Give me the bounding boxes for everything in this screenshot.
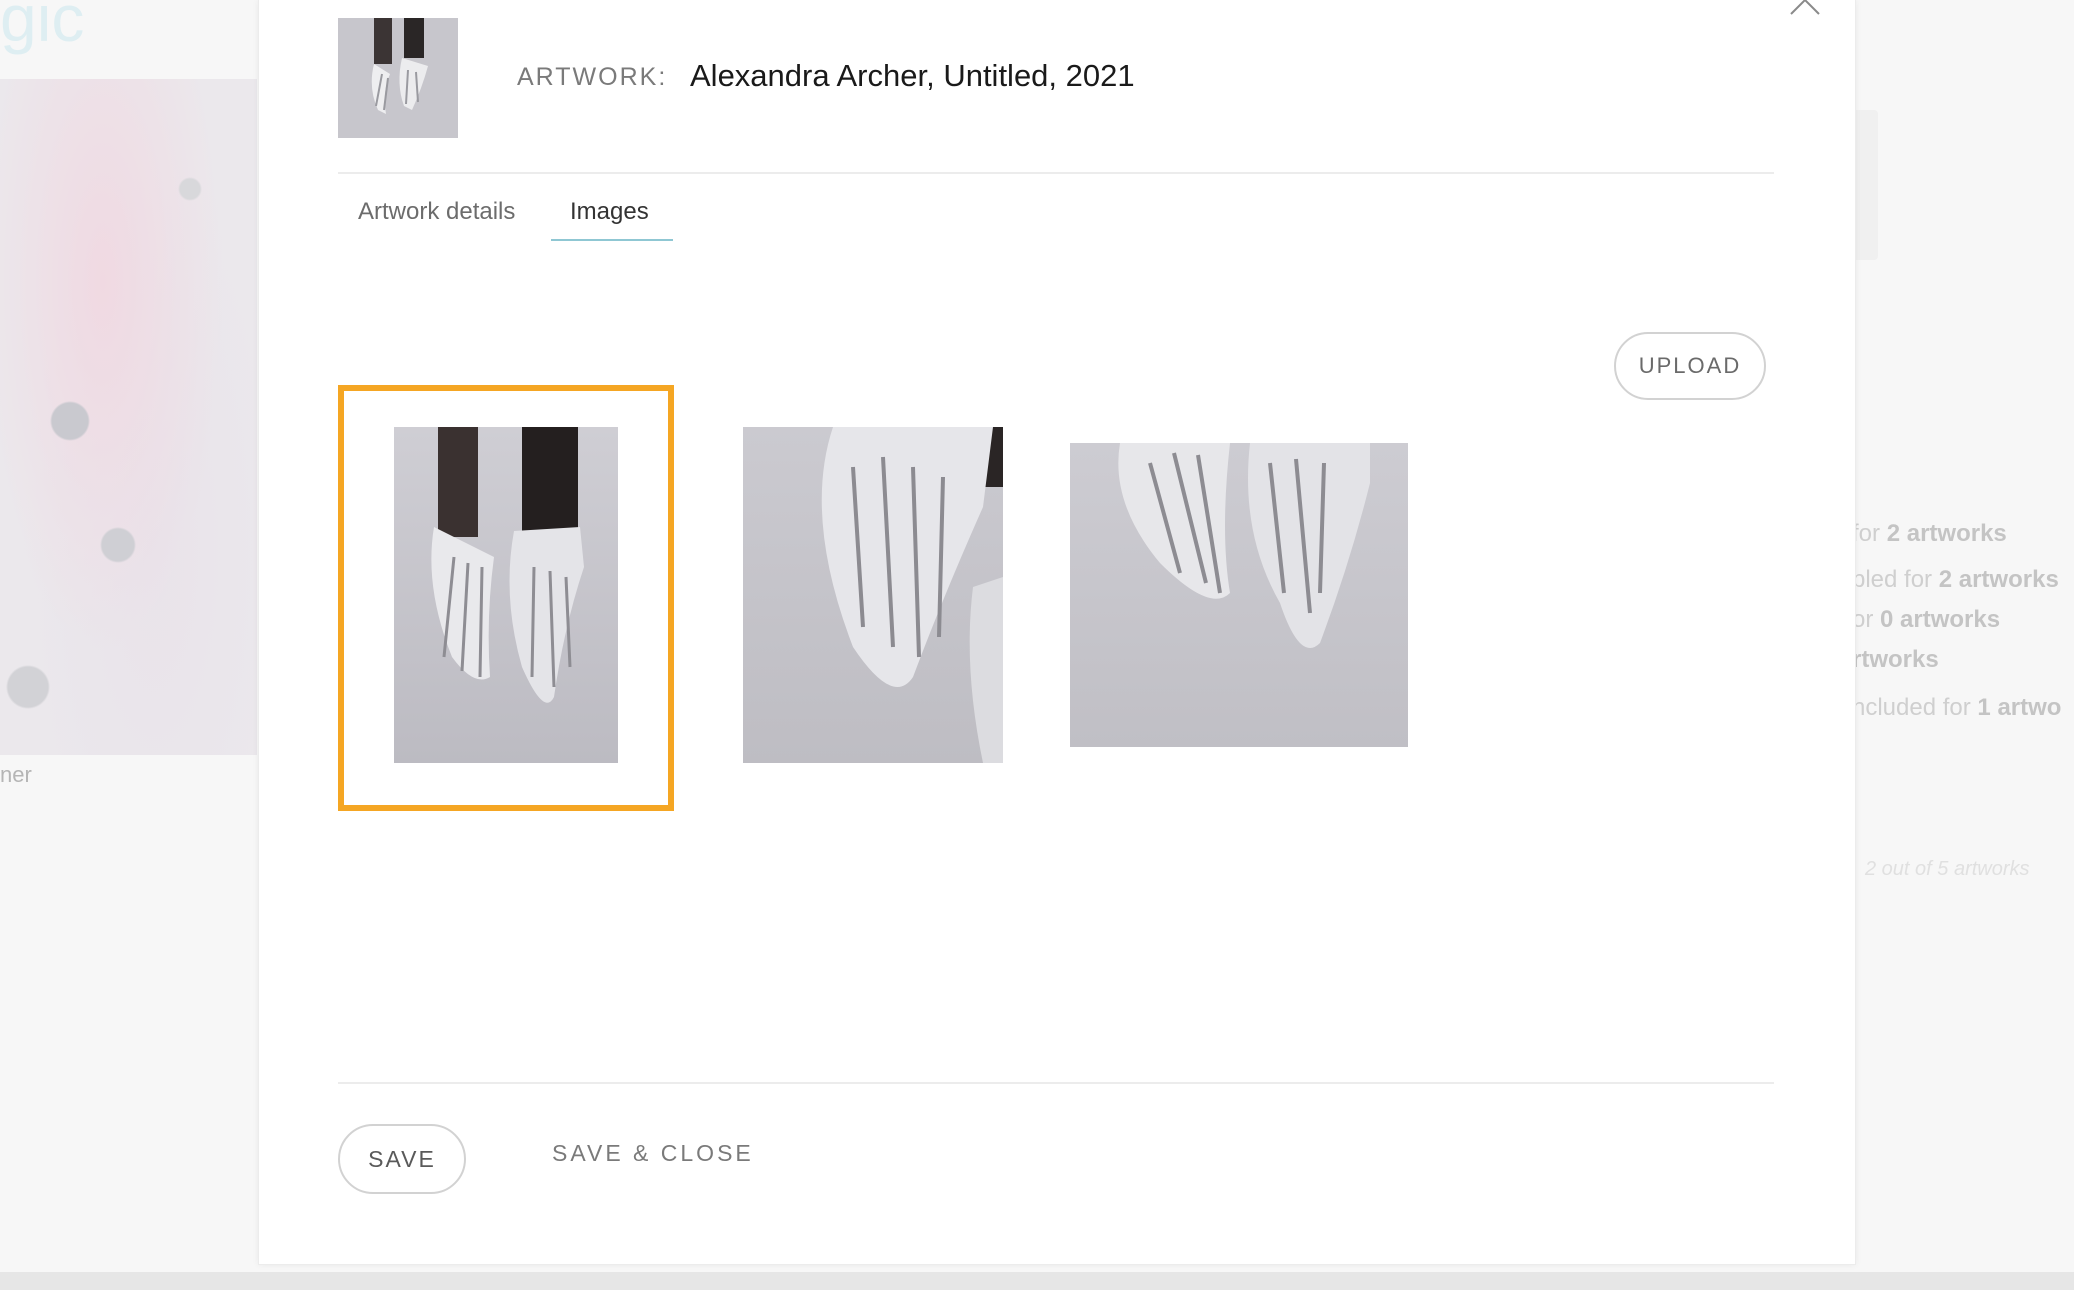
- save-and-close-button[interactable]: SAVE & CLOSE: [552, 1140, 754, 1167]
- close-icon: [1790, 0, 1820, 15]
- tab-artwork-details[interactable]: Artwork details: [358, 198, 515, 226]
- hands-landscape-image: [1070, 443, 1408, 747]
- background-hero-image: [0, 79, 257, 755]
- artwork-thumbnail: [338, 18, 458, 138]
- background-footer-note: 2 out of 5 artworks: [1865, 858, 2030, 880]
- artwork-label: ARTWORK:: [517, 63, 668, 91]
- close-button[interactable]: [1786, 0, 1826, 20]
- image-thumbnail[interactable]: [1070, 443, 1408, 747]
- upload-button[interactable]: UPLOAD: [1614, 332, 1766, 400]
- footer-divider: [338, 1082, 1774, 1084]
- background-logo: gic: [0, 0, 85, 55]
- image-thumbnail[interactable]: [743, 427, 1003, 763]
- stat-line: or 0 artworks: [1852, 606, 2001, 633]
- hands-closeup-image: [743, 427, 1003, 763]
- active-tab-indicator: [551, 239, 673, 241]
- header-divider: [338, 172, 1774, 174]
- background-footer-bar: [0, 1272, 2074, 1290]
- image-thumbnail[interactable]: [394, 427, 618, 763]
- background-caption: ner: [0, 762, 32, 787]
- artwork-title: Alexandra Archer, Untitled, 2021: [690, 58, 1135, 93]
- hands-portrait-image: [394, 427, 618, 763]
- stat-line: bled for 2 artworks: [1852, 566, 2059, 593]
- hands-thumbnail-image: [338, 18, 458, 138]
- stat-line: rtworks: [1852, 646, 1939, 673]
- tab-images[interactable]: Images: [570, 198, 649, 226]
- stat-line: ncluded for 1 artwo: [1852, 694, 2062, 721]
- save-button[interactable]: SAVE: [338, 1124, 466, 1194]
- stat-line: for 2 artworks: [1852, 520, 2007, 547]
